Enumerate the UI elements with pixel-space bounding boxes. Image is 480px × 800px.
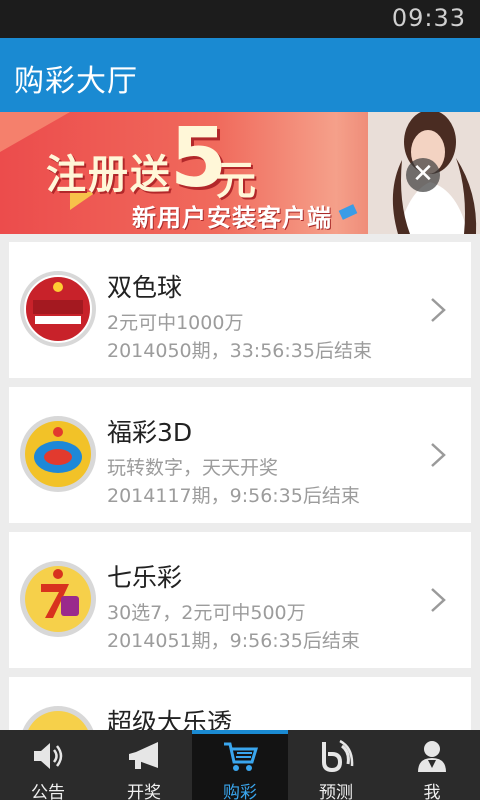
lottery-issue: 2014051期，9:56:35后结束 (107, 630, 360, 652)
chevron-right-icon (431, 443, 446, 467)
lottery-desc: 玩转数字，天天开奖 (107, 457, 279, 479)
lottery-name: 福彩3D (107, 418, 193, 447)
tab-label: 开奖 (127, 783, 161, 800)
lottery-item-fucai3d[interactable]: 福彩3D 玩转数字，天天开奖 2014117期，9:56:35后结束 (9, 387, 471, 523)
tab-announcement[interactable]: 公告 (0, 730, 96, 800)
tab-forecast[interactable]: 预测 (288, 730, 384, 800)
lottery-name: 双色球 (107, 273, 183, 302)
tab-label: 购彩 (223, 783, 257, 800)
chevron-right-icon (431, 298, 446, 322)
lottery-desc: 2元可中1000万 (107, 312, 244, 334)
tab-label: 预测 (319, 783, 353, 800)
chevron-right-icon (431, 588, 446, 612)
fucai-3d-logo-icon (20, 416, 96, 492)
speaker-icon (34, 743, 63, 769)
app-header: 购彩大厅 (0, 38, 480, 112)
lottery-issue: 2014050期，33:56:35后结束 (107, 340, 372, 362)
lottery-issue: 2014117期，9:56:35后结束 (107, 485, 360, 507)
page-title: 购彩大厅 (14, 64, 138, 99)
banner-decoration (338, 204, 358, 220)
union-lotto-logo-icon (20, 271, 96, 347)
banner-headline: 注册送 (46, 152, 172, 198)
status-time: 09:33 (391, 4, 466, 32)
tab-label: 我 (423, 783, 441, 800)
lottery-item-qilecai[interactable]: 七乐彩 30选7，2元可中500万 2014051期，9:56:35后结束 (9, 532, 471, 668)
bottom-tab-bar: 公告 开奖 购彩 预测 我 (0, 730, 480, 800)
tab-label: 公告 (31, 783, 65, 800)
tab-draw-results[interactable]: 开奖 (96, 730, 192, 800)
forecast-icon (322, 739, 354, 773)
active-tab-indicator (192, 730, 288, 734)
megaphone-icon (129, 742, 158, 769)
shopping-cart-icon (224, 742, 258, 771)
lottery-item-shuangseqiu[interactable]: 双色球 2元可中1000万 2014050期，33:56:35后结束 (9, 242, 471, 378)
user-icon (418, 741, 446, 772)
status-bar: 09:33 (0, 0, 480, 38)
banner-close-button[interactable]: ✕ (406, 158, 440, 192)
banner-subtitle: 新用户安装客户端 (132, 204, 332, 232)
qilecai-logo-icon (20, 561, 96, 637)
tab-me[interactable]: 我 (384, 730, 480, 800)
lottery-name: 七乐彩 (107, 563, 183, 592)
tab-buy-lottery[interactable]: 购彩 (192, 730, 288, 800)
lottery-desc: 30选7，2元可中500万 (107, 602, 306, 624)
